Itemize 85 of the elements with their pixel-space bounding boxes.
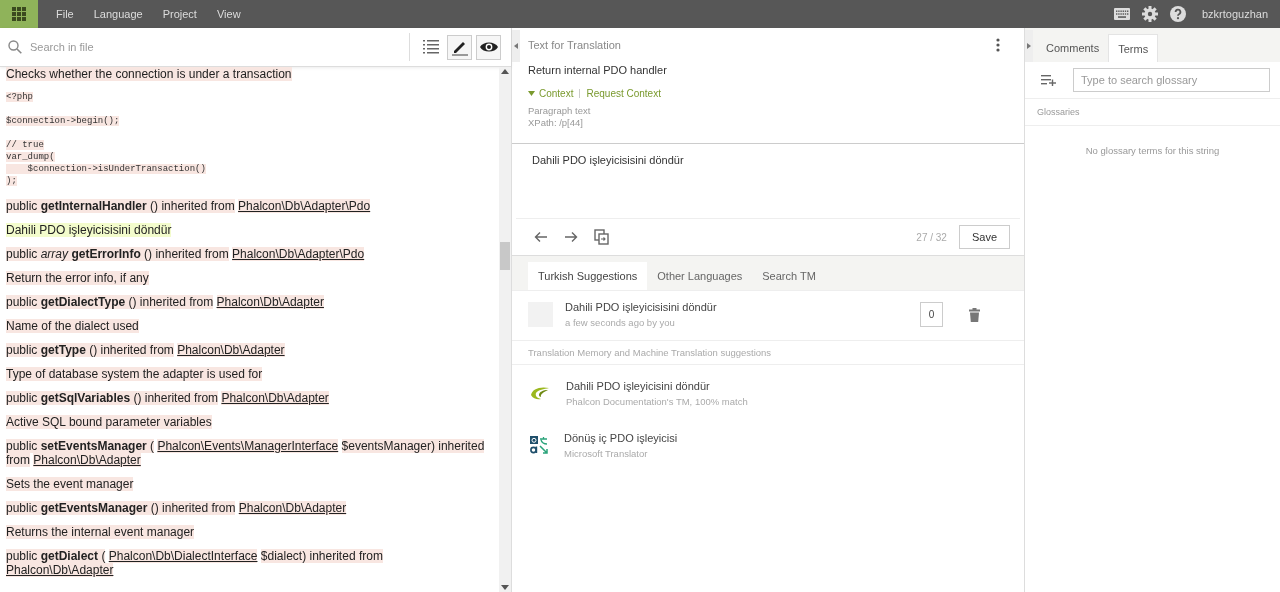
progress-counter: 27 / 32 xyxy=(916,231,947,243)
doc-link[interactable]: Phalcon\Db\Adapter xyxy=(177,343,285,357)
doc-text[interactable]: Name of the dialect used xyxy=(6,319,139,333)
suggestion-meta: a few seconds ago by you xyxy=(565,317,676,328)
doc-text[interactable]: public getType () inherited from xyxy=(6,343,174,357)
doc-link[interactable]: Phalcon\Events\ManagerInterface xyxy=(157,439,339,453)
suggestions-tab[interactable]: Turkish Suggestions xyxy=(528,262,648,290)
grid-icon xyxy=(12,7,26,21)
doc-text[interactable]: public setEventsManager ( xyxy=(6,439,155,453)
side-tab[interactable]: Comments xyxy=(1037,34,1109,62)
list-icon xyxy=(422,40,439,54)
apps-button[interactable] xyxy=(0,0,38,28)
doc-text[interactable]: public getSqlVariables () inherited from xyxy=(6,391,219,405)
side-tab[interactable]: Terms xyxy=(1108,34,1159,62)
doc-text[interactable]: $dialect) inherited from xyxy=(260,549,383,563)
doc-link[interactable]: Phalcon\Db\Adapter xyxy=(221,391,329,405)
search-field[interactable]: Search in file xyxy=(28,40,409,54)
save-button[interactable]: Save xyxy=(958,225,1010,249)
preview-button[interactable] xyxy=(476,34,501,60)
doc-text[interactable]: public getEventsManager () inherited from xyxy=(6,501,236,515)
empty-message: No glossary terms for this string xyxy=(1084,144,1221,156)
vote-count: 0 xyxy=(920,302,943,327)
collapse-right-handle[interactable] xyxy=(1025,30,1033,62)
caret-left-icon xyxy=(514,43,518,49)
doc-text[interactable]: public getDialectType () inherited from xyxy=(6,295,214,309)
doc-link[interactable]: Phalcon\Db\Adapter\Pdo xyxy=(238,199,371,213)
menu-item[interactable]: Project xyxy=(152,8,207,20)
menu-item[interactable]: View xyxy=(206,8,251,20)
doc-text[interactable]: public getDialect ( xyxy=(6,549,106,563)
suggestions-tab[interactable]: Other Languages xyxy=(647,262,753,290)
section-heading: Translation Memory and Machine Translation suggestions xyxy=(512,341,1024,365)
scroll-up-icon[interactable] xyxy=(501,69,509,74)
context-detail: Paragraph text xyxy=(528,105,592,117)
suggestion-text[interactable]: Dönüş iç PDO işleyicisi xyxy=(564,431,1008,444)
username[interactable]: bzkrtoguzhan xyxy=(1201,8,1268,20)
delete-icon[interactable] xyxy=(969,307,980,322)
doc-link[interactable]: Phalcon\Db\Adapter xyxy=(6,563,114,577)
source-text: Return internal PDO handler xyxy=(528,64,668,76)
doc-text[interactable]: Returns the internal event manager xyxy=(6,525,195,539)
suggestions-tab[interactable]: Search TM xyxy=(752,262,826,290)
add-to-list-icon[interactable] xyxy=(1041,74,1057,86)
doc-text[interactable]: Type of database system the adapter is used for xyxy=(6,367,263,381)
doc-text: Checks whether the connection is under a transaction xyxy=(6,67,292,81)
doc-link[interactable]: Phalcon\Db\DialectInterface xyxy=(108,549,258,563)
suggestion-source: Microsoft Translator xyxy=(564,447,649,459)
context-detail: XPath: /p[44] xyxy=(528,117,584,129)
doc-text[interactable]: $eventsManager) inherited xyxy=(341,439,485,453)
doc-text[interactable]: Active SQL bound parameter variables xyxy=(6,415,212,429)
doc-text[interactable]: Sets the event manager xyxy=(6,477,134,491)
scrollbar[interactable] xyxy=(499,67,511,592)
translate-icon xyxy=(530,436,548,454)
doc-link[interactable]: Phalcon\Db\Adapter\Pdo xyxy=(232,247,365,261)
doc-text[interactable]: Return the error info, if any xyxy=(6,271,149,285)
more-icon[interactable] xyxy=(996,38,1000,52)
scroll-thumb[interactable] xyxy=(500,242,510,270)
doc-link[interactable]: Phalcon\Db\Adapter xyxy=(216,295,324,309)
caret-icon[interactable] xyxy=(528,91,535,96)
doc-link[interactable]: Phalcon\Db\Adapter xyxy=(33,453,141,467)
copy-icon[interactable] xyxy=(594,229,609,245)
glossary-search-field[interactable]: Type to search glossary xyxy=(1073,68,1270,92)
doc-text[interactable]: from xyxy=(6,453,30,467)
suggestion-source: Phalcon Documentation's TM, 100% match xyxy=(566,395,749,407)
arrow-left-icon[interactable] xyxy=(534,231,548,243)
keyboard-icon[interactable] xyxy=(1113,8,1130,20)
search-icon xyxy=(8,40,22,54)
panel-title: Text for Translation xyxy=(528,39,621,51)
collapse-left-handle[interactable] xyxy=(512,30,520,62)
swirl-icon xyxy=(530,386,550,400)
help-icon[interactable] xyxy=(1169,6,1186,22)
menu-item[interactable]: File xyxy=(46,8,84,20)
settings-icon[interactable] xyxy=(1141,6,1158,22)
doc-link[interactable]: Phalcon\Db\Adapter xyxy=(238,501,347,515)
doc-text[interactable]: public getInternalHandler () inherited from xyxy=(6,199,235,213)
arrow-right-icon[interactable] xyxy=(564,231,578,243)
edit-mode-button[interactable] xyxy=(447,34,472,60)
translation-field[interactable]: Dahili PDO işleyicisisini döndür xyxy=(516,144,1020,219)
caret-right-icon xyxy=(1027,43,1031,49)
menu-item[interactable]: Language xyxy=(83,8,153,20)
scroll-down-icon[interactable] xyxy=(501,585,509,590)
section-heading: Glossaries xyxy=(1025,99,1280,126)
doc-text[interactable]: public array getErrorInfo () inherited from xyxy=(6,247,229,261)
suggestion-text[interactable]: Dahili PDO işleyicisini döndür xyxy=(566,379,1008,392)
suggestion-text[interactable]: Dahili PDO işleyicisisini döndür xyxy=(565,301,908,313)
eye-icon xyxy=(479,41,498,53)
doc-text[interactable]: Dahili PDO işleyicisisini döndür xyxy=(6,223,172,237)
